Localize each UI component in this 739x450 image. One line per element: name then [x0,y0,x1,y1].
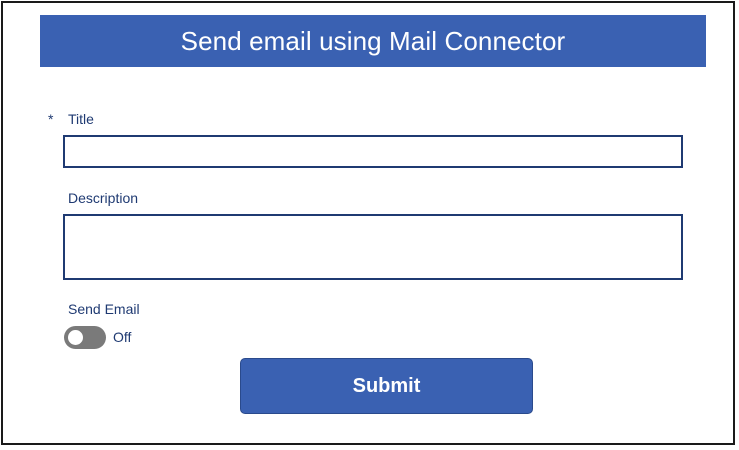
send-email-label: Send Email [68,301,140,317]
required-indicator: * [48,111,54,127]
app-screen: Send email using Mail Connector * Title … [1,1,735,445]
toggle-knob [68,330,83,345]
page-title: Send email using Mail Connector [180,25,566,56]
submit-button[interactable]: Submit [240,358,533,414]
description-input[interactable] [63,214,683,280]
toggle-state-text: Off [113,329,132,345]
description-label: Description [68,190,139,206]
send-email-toggle[interactable] [64,326,106,349]
page-header: Send email using Mail Connector [40,15,706,67]
title-input[interactable] [63,135,683,168]
title-label: Title [68,111,94,127]
